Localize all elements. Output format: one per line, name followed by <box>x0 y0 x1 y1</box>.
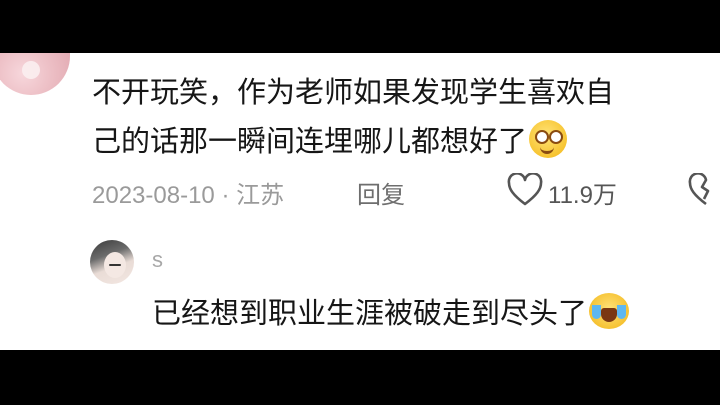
comment-location: 江苏 <box>236 182 285 209</box>
comment-date: 2023-08-10 <box>92 182 215 209</box>
comment-line-1: 不开玩笑，作为老师如果发现学生喜欢自 <box>92 75 615 109</box>
reply-button[interactable]: 回复 <box>357 175 405 210</box>
meta-separator: · <box>221 182 230 209</box>
comment-body: 不开玩笑，作为老师如果发现学生喜欢自 己的话那一瞬间连埋哪儿都想好了 <box>92 68 712 166</box>
reply-body: 已经想到职业生涯被破走到尽头了 <box>152 293 630 333</box>
reply-username[interactable]: s <box>152 247 163 273</box>
comment-line-2-text: 己的话那一瞬间连埋哪儿都想好了 <box>92 124 528 158</box>
comment-line-2: 己的话那一瞬间连埋哪儿都想好了 <box>92 117 712 166</box>
crying-laugh-icon <box>589 293 630 329</box>
heart-icon[interactable] <box>507 173 543 207</box>
reply-text: 已经想到职业生涯被破走到尽头了 <box>152 296 588 330</box>
commenter-avatar[interactable] <box>0 53 70 95</box>
smile-icon <box>529 120 568 158</box>
comment-meta: 2023-08-10 · 江苏 <box>92 175 284 210</box>
like-count: 11.9万 <box>548 182 617 209</box>
broken-heart-icon[interactable] <box>688 173 720 207</box>
comment-panel: 不开玩笑，作为老师如果发现学生喜欢自 己的话那一瞬间连埋哪儿都想好了 2023-… <box>0 53 720 350</box>
reply-avatar[interactable] <box>90 240 134 284</box>
